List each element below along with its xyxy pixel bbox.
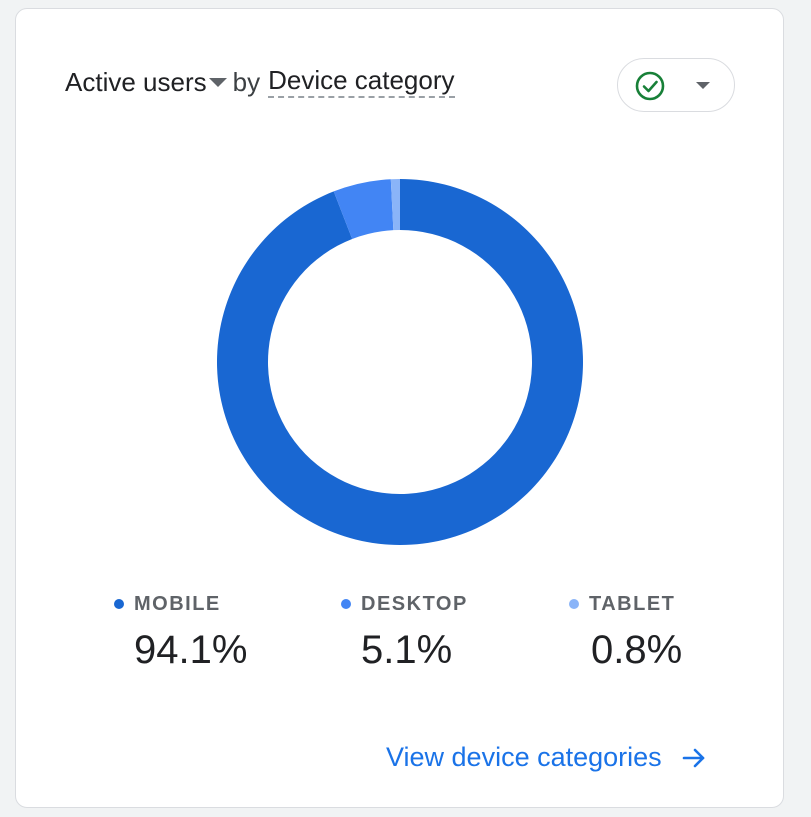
- legend-value: 0.8%: [591, 628, 683, 672]
- legend-item-tablet: TABLET 0.8%: [569, 592, 769, 672]
- legend-category-text: DESKTOP: [361, 592, 468, 615]
- legend-dot-icon: [114, 599, 124, 609]
- legend-category-text: MOBILE: [134, 592, 221, 615]
- legend-item-desktop: DESKTOP 5.1%: [341, 592, 541, 672]
- legend-category-text: TABLET: [589, 592, 676, 615]
- legend-dot-icon: [569, 599, 579, 609]
- legend-label: MOBILE: [114, 592, 314, 616]
- view-device-categories-link[interactable]: View device categories: [386, 742, 708, 773]
- legend-value: 5.1%: [361, 628, 453, 672]
- legend-dot-icon: [341, 599, 351, 609]
- donut-chart: [217, 179, 583, 545]
- legend-item-mobile: MOBILE 94.1%: [114, 592, 314, 672]
- device-category-card: Active users by Device category MOBILE 94…: [15, 8, 784, 808]
- arrow-forward-icon: [682, 748, 704, 767]
- legend-label: DESKTOP: [341, 592, 541, 616]
- donut-slice-mobile[interactable]: [217, 179, 583, 545]
- legend-label: TABLET: [569, 592, 769, 616]
- legend-value: 94.1%: [134, 628, 248, 672]
- view-device-categories-label: View device categories: [386, 742, 662, 772]
